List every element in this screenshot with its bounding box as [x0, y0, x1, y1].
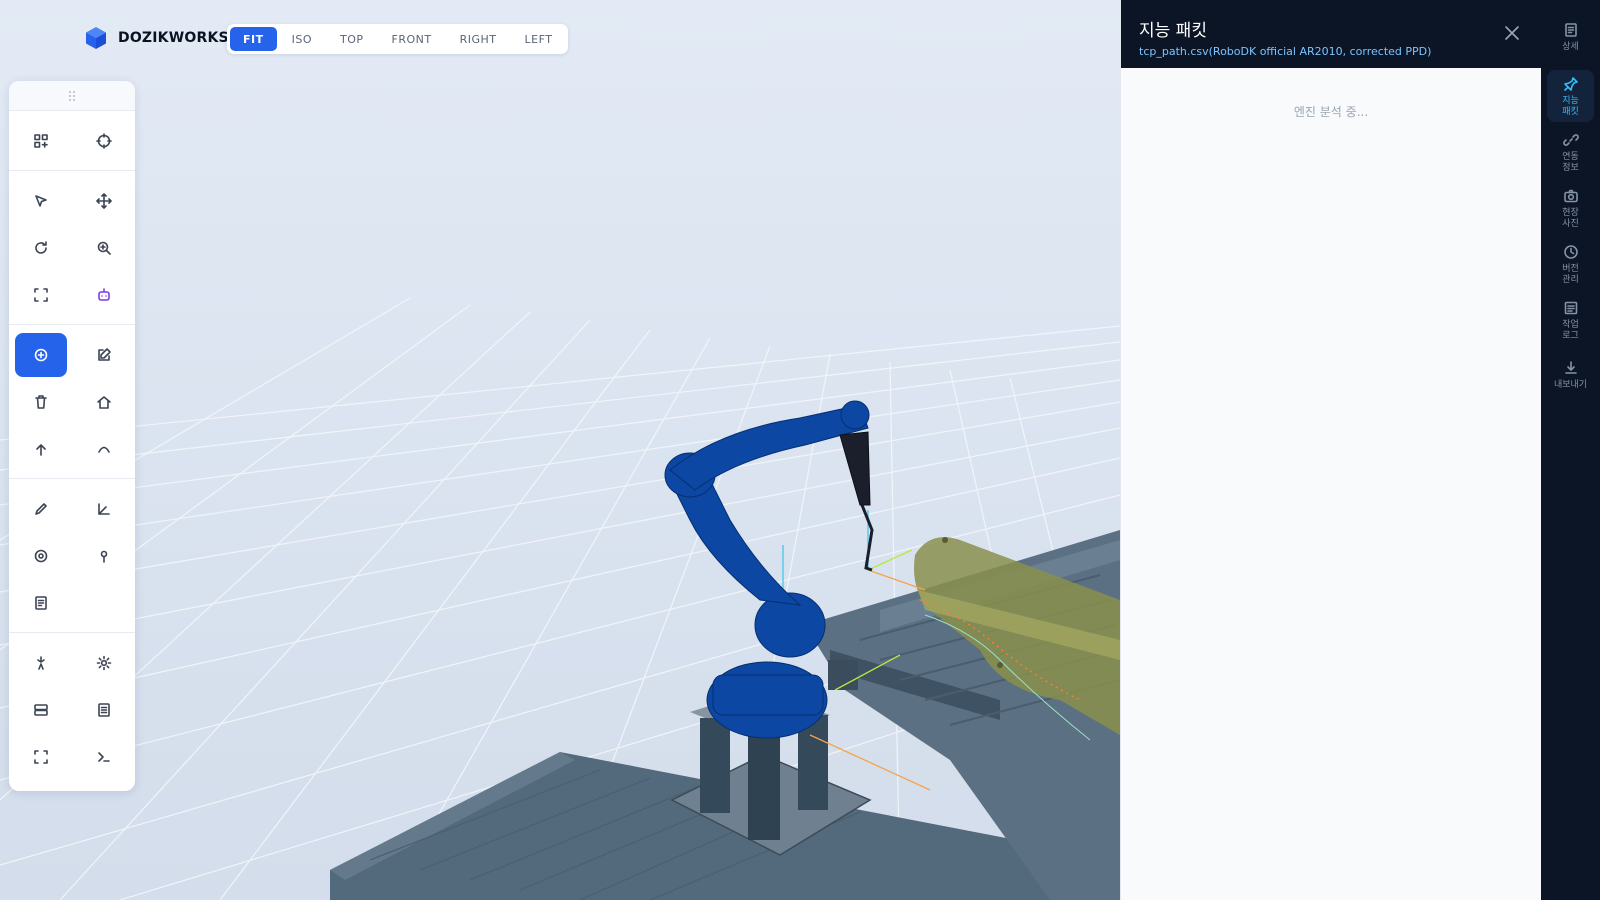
pin-icon [1563, 77, 1578, 91]
add-grid-icon [33, 133, 48, 148]
pointer-tool[interactable] [9, 177, 72, 224]
brand-name: DOZIKWORKS [118, 30, 229, 46]
robot-icon [97, 287, 110, 301]
target-icon [95, 132, 112, 149]
fullscreen-tool[interactable] [9, 733, 72, 780]
sparkle-tool[interactable] [9, 639, 72, 686]
report-tool[interactable] [72, 686, 135, 733]
delete-tool[interactable] [9, 378, 72, 425]
document-tool[interactable] [9, 579, 72, 626]
frame-tool[interactable] [9, 271, 72, 318]
rail-label-export: 내보내기 [1553, 380, 1588, 390]
panel-title: 지능 패킷 [1139, 21, 1207, 41]
rail-item-export[interactable]: 내보내기 [1547, 354, 1594, 394]
storage-tool[interactable] [9, 686, 72, 733]
target-tool[interactable] [72, 117, 135, 164]
settings-icon [96, 655, 111, 670]
rail-item-integration[interactable]: 연동 정보 [1547, 126, 1594, 178]
view-tab-left[interactable]: LEFT [512, 27, 566, 51]
detail-icon [1564, 23, 1577, 37]
edit-tool[interactable] [72, 331, 135, 378]
close-icon[interactable] [1503, 24, 1521, 42]
rail-label-detail: 상세 [1562, 42, 1579, 52]
pin-icon [100, 550, 107, 563]
panel-status: 엔진 분석 중... [1293, 105, 1369, 119]
chevron-up-icon [97, 446, 110, 453]
rail-label-site-photos: 현장 사진 [1562, 208, 1579, 229]
rail-label-work-log: 작업 로그 [1562, 320, 1579, 341]
3d-viewport[interactable] [0, 0, 1120, 900]
rail-label-integration: 연동 정보 [1562, 152, 1579, 173]
add-grid-tool[interactable] [9, 117, 72, 164]
view-tab-right[interactable]: RIGHT [447, 27, 510, 51]
edit-icon [97, 347, 111, 361]
view-tabs: FIT ISO TOP FRONT RIGHT LEFT [227, 24, 569, 54]
pencil-tool[interactable] [9, 485, 72, 532]
tool-group-edit [9, 325, 135, 479]
rail-item-site-photos[interactable]: 현장 사진 [1547, 182, 1594, 234]
rail-label-intelligence-packet: 지능 패킷 [1562, 96, 1579, 117]
camera-icon [1563, 189, 1578, 203]
home-tool[interactable] [72, 378, 135, 425]
rail-item-detail[interactable]: 상세 [1547, 16, 1594, 62]
toolbar-drag-handle[interactable] [9, 81, 135, 111]
tool-group-view [9, 111, 135, 171]
storage-icon [33, 703, 48, 716]
tool-group-navigate [9, 171, 135, 325]
rotate-icon [34, 240, 47, 254]
move-tool[interactable] [72, 177, 135, 224]
download-icon [1564, 361, 1577, 374]
zoom-in-icon [97, 241, 111, 255]
document-icon [34, 595, 47, 610]
left-toolbar [9, 81, 135, 791]
link-icon [1562, 134, 1579, 146]
log-icon [1564, 301, 1577, 315]
zoom-in-tool[interactable] [72, 224, 135, 271]
sparkle-icon [36, 655, 45, 670]
settings-tool[interactable] [72, 639, 135, 686]
pin-tool[interactable] [72, 532, 135, 579]
view-tab-front[interactable]: FRONT [379, 27, 445, 51]
tool-group-system [9, 633, 135, 786]
view-tab-top[interactable]: TOP [327, 27, 377, 51]
fullscreen-icon [33, 749, 48, 764]
lift-tool[interactable] [9, 425, 72, 472]
rail-label-versions: 버전 관리 [1562, 264, 1579, 285]
intelligence-packet-panel: 지능 패킷 tcp_path.csv(RoboDK official AR201… [1120, 0, 1541, 900]
record-icon [34, 549, 47, 562]
angle-icon [97, 502, 110, 515]
panel-header: 지능 패킷 tcp_path.csv(RoboDK official AR201… [1121, 0, 1541, 68]
pencil-icon [34, 502, 47, 515]
report-icon [97, 702, 110, 717]
rail-item-versions[interactable]: 버전 관리 [1547, 238, 1594, 290]
rail-item-work-log[interactable]: 작업 로그 [1547, 294, 1594, 346]
terminal-icon [97, 751, 110, 762]
tool-group-measure [9, 479, 135, 633]
robot-tool[interactable] [72, 271, 135, 318]
panel-subtitle: tcp_path.csv(RoboDK official AR2010, cor… [1139, 45, 1432, 58]
trash-icon [34, 394, 47, 409]
view-tab-iso[interactable]: ISO [279, 27, 325, 51]
frame-icon [33, 287, 48, 302]
terminal-tool[interactable] [72, 733, 135, 780]
view-tab-fit[interactable]: FIT [230, 27, 277, 51]
angle-tool[interactable] [72, 485, 135, 532]
drag-handle-icon [69, 90, 75, 101]
move-icon [95, 192, 112, 209]
history-icon [1563, 245, 1578, 259]
arrow-up-icon [35, 443, 46, 456]
add-circle-icon [34, 348, 47, 361]
add-point-tool[interactable] [9, 331, 72, 378]
scene-canvas[interactable] [0, 0, 1120, 900]
record-tool[interactable] [9, 532, 72, 579]
brand: DOZIKWORKS [84, 26, 229, 50]
right-rail: 상세 지능 패킷 연동 정보 현장 사진 버전 관리 작업 로그 내보내기 [1541, 0, 1600, 900]
cube-logo-icon [86, 27, 106, 49]
arc-tool[interactable] [72, 425, 135, 472]
rail-item-intelligence-packet[interactable]: 지능 패킷 [1547, 70, 1594, 122]
pointer-icon [34, 194, 47, 207]
rotate-tool[interactable] [9, 224, 72, 271]
home-icon [96, 395, 111, 409]
